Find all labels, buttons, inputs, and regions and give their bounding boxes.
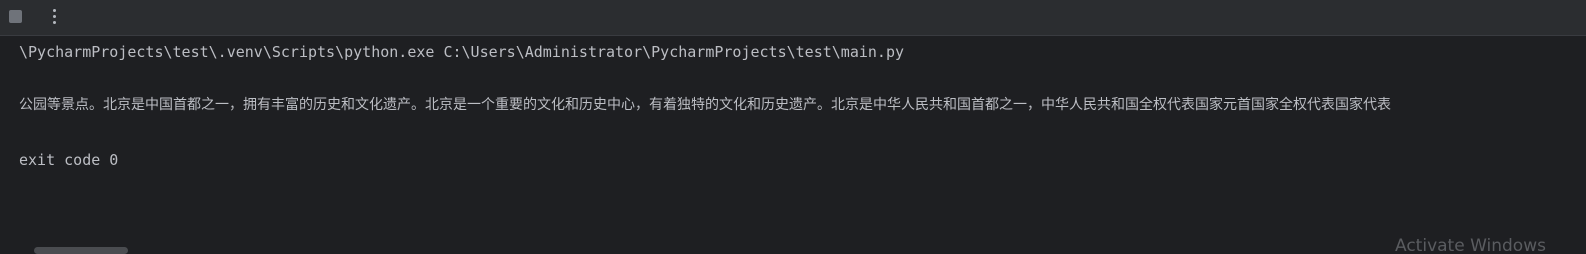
more-options-button[interactable]	[44, 6, 64, 26]
horizontal-scrollbar[interactable]	[0, 244, 1586, 254]
stop-icon	[8, 9, 22, 23]
run-console-window: \PycharmProjects\test\.venv\Scripts\pyth…	[0, 0, 1586, 254]
stop-button[interactable]	[7, 8, 23, 24]
console-output[interactable]: \PycharmProjects\test\.venv\Scripts\pyth…	[0, 37, 1586, 254]
exit-code-line: exit code 0	[19, 151, 119, 169]
scrollbar-thumb[interactable]	[34, 247, 128, 254]
more-vertical-icon	[52, 8, 56, 12]
command-line: \PycharmProjects\test\.venv\Scripts\pyth…	[19, 43, 905, 61]
program-output-line: 公园等景点。北京是中国首都之一，拥有丰富的历史和文化遗产。北京是一个重要的文化和…	[19, 97, 1391, 113]
activate-windows-watermark: Activate Windows	[1395, 236, 1546, 254]
run-toolbar	[0, 0, 1586, 36]
